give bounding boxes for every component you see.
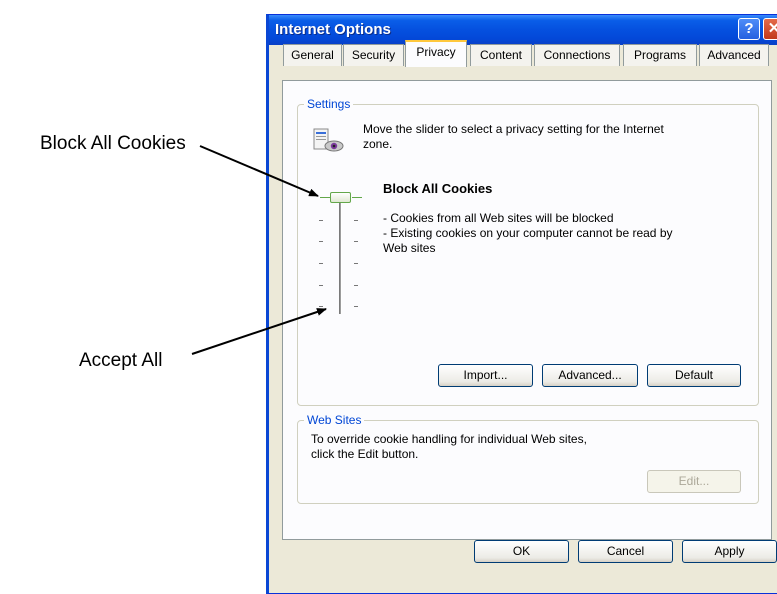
ok-button[interactable]: OK — [474, 540, 569, 563]
slider-tick — [319, 241, 323, 242]
tab-content[interactable]: Content — [470, 44, 532, 66]
tab-security[interactable]: Security — [343, 44, 404, 66]
privacy-desc-line3: Web sites — [383, 241, 436, 255]
slider-thumb[interactable] — [330, 192, 351, 203]
tab-general[interactable]: General — [283, 44, 342, 66]
web-sites-line2: click the Edit button. — [311, 447, 419, 461]
settings-legend: Settings — [304, 97, 354, 111]
slider-tick — [319, 306, 323, 307]
privacy-icon — [313, 128, 344, 152]
help-icon[interactable]: ? — [738, 18, 760, 40]
slider-tick — [354, 220, 358, 221]
edit-button[interactable]: Edit... — [647, 470, 741, 493]
advanced-button[interactable]: Advanced... — [542, 364, 638, 387]
slider-tick — [354, 241, 358, 242]
slider-thumb-marker — [352, 197, 362, 198]
tab-connections[interactable]: Connections — [534, 44, 620, 66]
slider-track[interactable] — [339, 196, 342, 314]
close-icon[interactable]: ✕ — [763, 18, 777, 40]
privacy-desc-line1: - Cookies from all Web sites will be blo… — [383, 211, 614, 225]
annotation-accept-all: Accept All — [79, 350, 163, 371]
cancel-button[interactable]: Cancel — [578, 540, 673, 563]
window-title: Internet Options — [275, 21, 391, 38]
tab-privacy[interactable]: Privacy — [405, 40, 467, 67]
slider-tick — [319, 285, 323, 286]
web-sites-legend: Web Sites — [304, 413, 365, 427]
slider-tick — [319, 220, 323, 221]
privacy-intro-line1: Move the slider to select a privacy sett… — [363, 122, 664, 136]
slider-tick — [319, 263, 323, 264]
tab-advanced[interactable]: Advanced — [699, 44, 769, 66]
annotation-block-all-cookies: Block All Cookies — [40, 133, 186, 154]
slider-tick — [354, 285, 358, 286]
default-button[interactable]: Default — [647, 364, 741, 387]
apply-button[interactable]: Apply — [682, 540, 777, 563]
privacy-intro-line2: zone. — [363, 137, 393, 151]
tab-programs[interactable]: Programs — [623, 44, 697, 66]
privacy-desc-line2: - Existing cookies on your computer cann… — [383, 226, 673, 240]
import-button[interactable]: Import... — [438, 364, 533, 387]
slider-tick — [354, 306, 358, 307]
slider-thumb-marker — [320, 197, 330, 198]
privacy-level-title: Block All Cookies — [383, 181, 493, 196]
title-bar: Internet Options ? ✕ — [269, 15, 777, 45]
web-sites-line1: To override cookie handling for individu… — [311, 432, 587, 446]
slider-tick — [354, 263, 358, 264]
